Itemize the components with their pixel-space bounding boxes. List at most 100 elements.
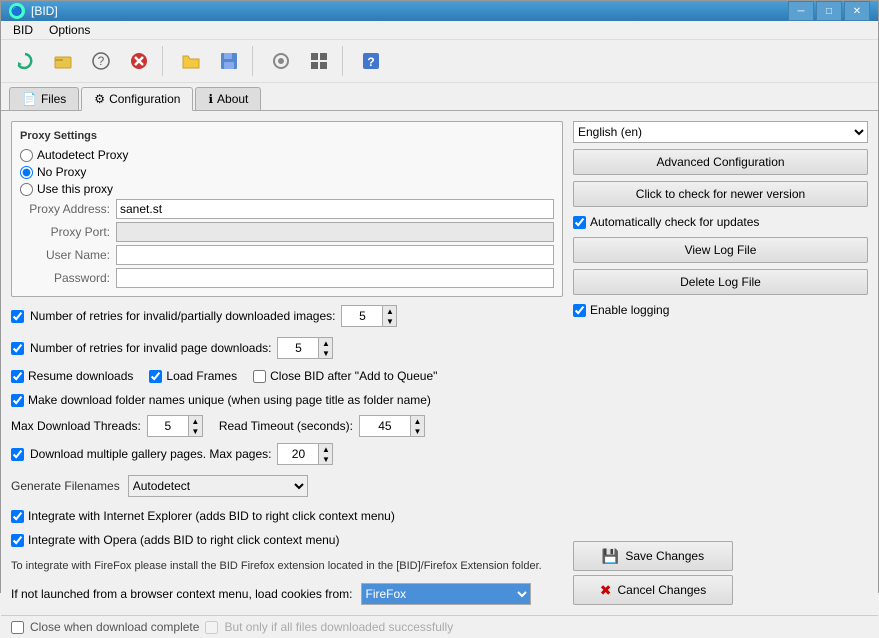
retries-images-spinner: ▲ ▼: [341, 305, 397, 327]
title-buttons: ─ □ ✕: [788, 1, 870, 21]
enable-logging-checkbox[interactable]: [573, 304, 586, 317]
toolbar-separator-3: [342, 46, 348, 76]
open-folder-button[interactable]: [45, 44, 81, 78]
but-only-label: But only if all files downloaded success…: [224, 620, 453, 634]
question-button[interactable]: ?: [353, 44, 389, 78]
max-threads-input[interactable]: [148, 416, 188, 436]
proxy-use-radio[interactable]: [20, 183, 33, 196]
max-pages-input[interactable]: [278, 444, 318, 464]
files-tab-label: Files: [41, 92, 66, 106]
proxy-none-label: No Proxy: [37, 165, 86, 179]
retries-images-input[interactable]: [342, 306, 382, 326]
auto-check-row: Automatically check for updates: [573, 215, 868, 229]
max-pages-checkbox[interactable]: [11, 448, 24, 461]
title-bar-left: 🔵 [BID]: [9, 3, 58, 19]
tab-configuration[interactable]: ⚙ Configuration: [81, 87, 193, 111]
max-threads-down[interactable]: ▼: [188, 426, 202, 436]
options-row-1: Resume downloads Load Frames Close BID a…: [11, 367, 563, 385]
proxy-address-input[interactable]: [116, 199, 554, 219]
toolbar-separator-2: [252, 46, 258, 76]
load-frames-checkbox[interactable]: [149, 370, 162, 383]
toolbar: ? ?: [1, 40, 878, 83]
refresh-button[interactable]: [7, 44, 43, 78]
retries-pages-up[interactable]: ▲: [318, 338, 332, 348]
settings-button[interactable]: [263, 44, 299, 78]
view-log-button[interactable]: View Log File: [573, 237, 868, 263]
unique-folders-checkbox[interactable]: [11, 394, 24, 407]
ie-checkbox[interactable]: [11, 510, 24, 523]
proxy-port-label: Proxy Port:: [20, 225, 110, 239]
opera-label: Integrate with Opera (adds BID to right …: [28, 533, 339, 547]
save-changes-button[interactable]: 💾 Save Changes: [573, 541, 733, 571]
read-timeout-label: Read Timeout (seconds):: [219, 419, 353, 433]
proxy-none-radio[interactable]: [20, 166, 33, 179]
retries-images-checkbox[interactable]: [11, 310, 24, 323]
max-pages-spinner-btns: ▲ ▼: [318, 444, 332, 464]
proxy-port-input[interactable]: [116, 222, 554, 242]
close-complete-checkbox[interactable]: [11, 621, 24, 634]
right-panel: English (en) Advanced Configuration Clic…: [573, 121, 868, 605]
max-threads-label: Max Download Threads:: [11, 419, 141, 433]
toolbar-separator-1: [162, 46, 168, 76]
read-timeout-up[interactable]: ▲: [410, 416, 424, 426]
menu-bid[interactable]: BID: [5, 21, 41, 39]
save-label: Save Changes: [625, 549, 704, 563]
proxy-pass-label: Password:: [20, 271, 110, 285]
generate-select[interactable]: Autodetect Sequential Original: [128, 475, 308, 497]
left-panel: Proxy Settings Autodetect Proxy No Proxy…: [11, 121, 563, 605]
proxy-radio-group: Autodetect Proxy No Proxy Use this proxy: [20, 148, 554, 196]
unique-folders-label: Make download folder names unique (when …: [28, 393, 431, 407]
proxy-autodetect-radio[interactable]: [20, 149, 33, 162]
close-button[interactable]: ✕: [844, 1, 870, 21]
delete-log-button[interactable]: Delete Log File: [573, 269, 868, 295]
auto-check-checkbox[interactable]: [573, 216, 586, 229]
opera-checkbox[interactable]: [11, 534, 24, 547]
read-timeout-spinner: ▲ ▼: [359, 415, 425, 437]
advanced-config-button[interactable]: Advanced Configuration: [573, 149, 868, 175]
proxy-user-label: User Name:: [20, 248, 110, 262]
close-bid-label: Close BID after "Add to Queue": [270, 369, 437, 383]
tab-files[interactable]: 📄 Files: [9, 87, 79, 110]
cancel-changes-button[interactable]: ✖ Cancel Changes: [573, 575, 733, 605]
resume-checkbox[interactable]: [11, 370, 24, 383]
max-threads-up[interactable]: ▲: [188, 416, 202, 426]
max-pages-spinner: ▲ ▼: [277, 443, 333, 465]
retries-images-down[interactable]: ▼: [382, 316, 396, 326]
retries-pages-input[interactable]: [278, 338, 318, 358]
proxy-autodetect-row: Autodetect Proxy: [20, 148, 554, 162]
close-bid-checkbox[interactable]: [253, 370, 266, 383]
folder-yellow-button[interactable]: [173, 44, 209, 78]
maximize-button[interactable]: □: [816, 1, 842, 21]
retries-images-up[interactable]: ▲: [382, 306, 396, 316]
max-pages-label: Download multiple gallery pages. Max pag…: [30, 447, 271, 461]
resume-row: Resume downloads: [11, 369, 133, 383]
max-pages-up[interactable]: ▲: [318, 444, 332, 454]
proxy-user-row: User Name:: [20, 245, 554, 265]
menu-options[interactable]: Options: [41, 21, 98, 39]
read-timeout-down[interactable]: ▼: [410, 426, 424, 436]
but-only-checkbox[interactable]: [205, 621, 218, 634]
retries-pages-checkbox[interactable]: [11, 342, 24, 355]
proxy-pass-input[interactable]: [116, 268, 554, 288]
window-title: [BID]: [31, 4, 58, 18]
max-pages-row: Download multiple gallery pages. Max pag…: [11, 443, 563, 465]
proxy-user-input[interactable]: [116, 245, 554, 265]
cookie-row: If not launched from a browser context m…: [11, 583, 563, 605]
stop-button[interactable]: [121, 44, 157, 78]
max-pages-down[interactable]: ▼: [318, 454, 332, 464]
check-version-button[interactable]: Click to check for newer version: [573, 181, 868, 207]
enable-logging-label: Enable logging: [590, 303, 669, 317]
help-button[interactable]: ?: [83, 44, 119, 78]
retries-pages-down[interactable]: ▼: [318, 348, 332, 358]
generate-row: Generate Filenames Autodetect Sequential…: [11, 475, 563, 497]
spacer: [573, 325, 868, 535]
grid-button[interactable]: [301, 44, 337, 78]
tab-about[interactable]: ℹ About: [195, 87, 261, 110]
save-toolbar-button[interactable]: [211, 44, 247, 78]
read-timeout-input[interactable]: [360, 416, 410, 436]
minimize-button[interactable]: ─: [788, 1, 814, 21]
cookie-select[interactable]: FireFox Internet Explorer Opera None: [361, 583, 531, 605]
language-select[interactable]: English (en): [573, 121, 868, 143]
load-frames-row: Load Frames: [149, 369, 237, 383]
generate-label: Generate Filenames: [11, 479, 120, 493]
